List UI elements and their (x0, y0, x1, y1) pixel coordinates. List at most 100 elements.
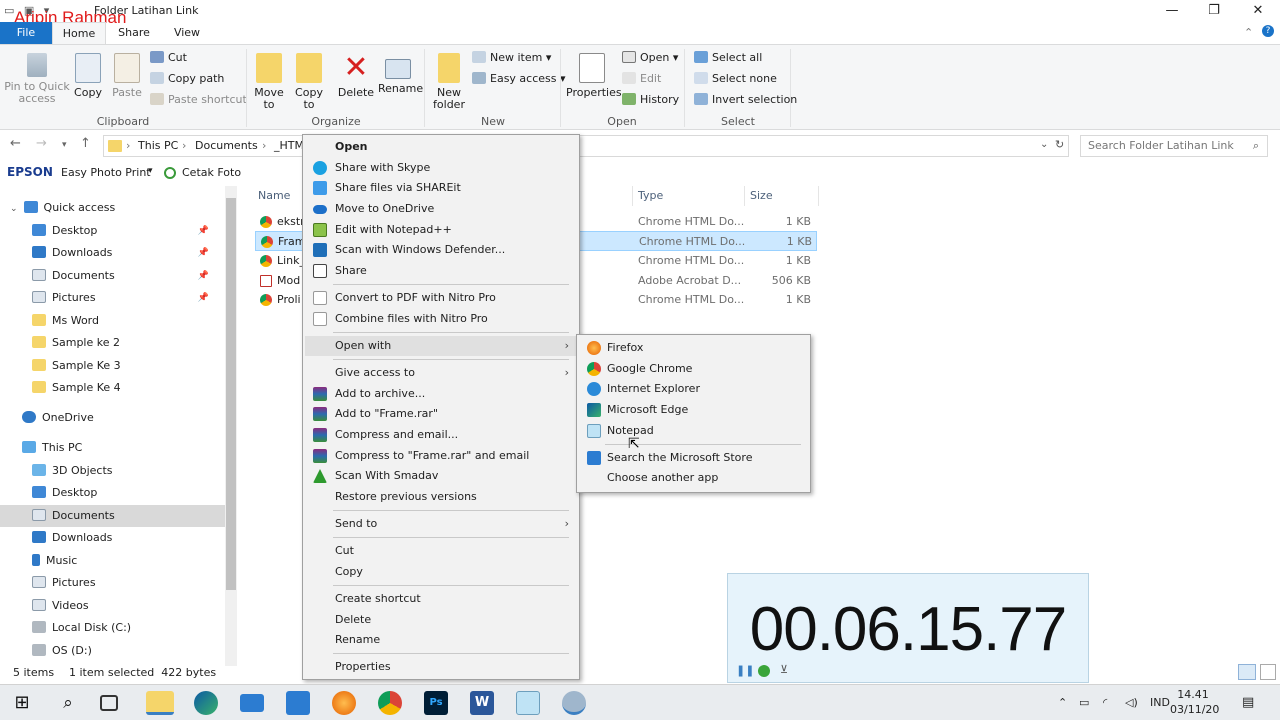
word-icon[interactable]: W (470, 691, 494, 715)
column-divider[interactable] (632, 186, 633, 206)
maximize-button[interactable]: ❐ (1192, 0, 1236, 22)
menu-item-compress-frame-email[interactable]: Compress to "Frame.rar" and email (305, 446, 577, 466)
collapse-ribbon-icon[interactable]: ⌃ (1244, 26, 1253, 39)
properties-button[interactable]: Properties (566, 53, 622, 99)
menu-item-open-with[interactable]: Open with › (305, 336, 577, 356)
sidebar-item-pictures[interactable]: Pictures 📌 (0, 287, 225, 309)
submenu-item-chrome[interactable]: Google Chrome (579, 359, 808, 379)
submenu-item-choose-app[interactable]: Choose another app (579, 468, 808, 488)
play-icon[interactable] (758, 665, 770, 677)
sidebar-item-downloads[interactable]: Downloads 📌 (0, 242, 225, 264)
breadcrumb-htm[interactable]: _HTM (274, 139, 304, 152)
up-arrow-icon[interactable]: ↑ (80, 136, 91, 151)
cut-button[interactable]: Cut (150, 51, 187, 65)
rename-button[interactable]: Rename (378, 53, 423, 95)
submenu-item-firefox[interactable]: Firefox (579, 338, 808, 358)
sidebar-item-this-pc[interactable]: This PC (0, 437, 225, 459)
sidebar-item-os-d[interactable]: OS (D:) (0, 640, 225, 662)
show-hidden-icons-icon[interactable]: ⌃ (1058, 685, 1067, 721)
submenu-item-internet-explorer[interactable]: Internet Explorer (579, 379, 808, 399)
menu-item-cut[interactable]: Cut (305, 541, 577, 561)
notifications-icon[interactable]: ▤ (1242, 685, 1254, 721)
menu-item-properties[interactable]: Properties (305, 657, 577, 677)
submenu-item-edge[interactable]: Microsoft Edge (579, 400, 808, 420)
sidebar-item-sample-4[interactable]: Sample Ke 4 (0, 377, 225, 399)
sidebar-item-pc-documents[interactable]: Documents (0, 505, 225, 527)
help-icon[interactable]: ? (1262, 25, 1274, 37)
refresh-icon[interactable]: ↻ (1055, 138, 1064, 151)
new-item-button[interactable]: New item ▾ (472, 51, 551, 65)
sidebar-item-sample-2[interactable]: Sample ke 2 (0, 332, 225, 354)
windows-start-icon[interactable]: ⊞ (10, 691, 34, 715)
stopwatch-app-icon[interactable] (562, 691, 586, 715)
menu-item-convert-pdf[interactable]: Convert to PDF with Nitro Pro (305, 288, 577, 308)
sidebar-item-pc-desktop[interactable]: Desktop (0, 482, 225, 504)
sidebar-item-videos[interactable]: Videos (0, 595, 225, 617)
task-view-icon[interactable] (100, 695, 118, 711)
sidebar-item-pc-pictures[interactable]: Pictures (0, 572, 225, 594)
submenu-item-microsoft-store[interactable]: Search the Microsoft Store (579, 448, 808, 468)
menu-item-compress-email[interactable]: Compress and email... (305, 425, 577, 445)
edit-button[interactable]: Edit (622, 72, 661, 86)
sidebar-scroll-thumb[interactable] (226, 198, 236, 590)
sidebar-item-documents[interactable]: Documents 📌 (0, 265, 225, 287)
menu-item-notepad-plus[interactable]: Edit with Notepad++ (305, 220, 577, 240)
copy-to-button[interactable]: Copy to (292, 53, 326, 111)
menu-item-add-archive[interactable]: Add to archive... (305, 384, 577, 404)
menu-item-copy[interactable]: Copy (305, 562, 577, 582)
history-button[interactable]: History (622, 93, 679, 107)
back-arrow-icon[interactable]: ← (10, 136, 21, 151)
menu-item-smadav[interactable]: Scan With Smadav (305, 466, 577, 486)
mail-icon[interactable] (240, 694, 264, 712)
sidebar-item-music[interactable]: Music (0, 550, 225, 572)
language-indicator[interactable]: IND (1150, 685, 1170, 721)
menu-item-share-skype[interactable]: Share with Skype (305, 158, 577, 178)
minimize-button[interactable]: — (1150, 0, 1194, 22)
sidebar-item-ms-word[interactable]: Ms Word (0, 310, 225, 332)
cetak-foto-button[interactable]: Cetak Foto (182, 166, 241, 179)
menu-item-move-onedrive[interactable]: Move to OneDrive (305, 199, 577, 219)
menu-item-add-frame-rar[interactable]: Add to "Frame.rar" (305, 404, 577, 424)
menu-item-shareit[interactable]: Share files via SHAREit (305, 178, 577, 198)
edge-icon[interactable] (194, 691, 218, 715)
file-explorer-icon[interactable] (146, 691, 174, 715)
delete-button[interactable]: ✕ Delete (336, 53, 376, 99)
paste-button[interactable]: Paste (110, 53, 144, 99)
menu-item-combine-nitro[interactable]: Combine files with Nitro Pro (305, 309, 577, 329)
trophy-icon[interactable]: ⊻ (780, 663, 788, 676)
select-none-button[interactable]: Select none (694, 72, 777, 86)
notepad-icon[interactable] (516, 691, 540, 715)
easy-access-button[interactable]: Easy access ▾ (472, 72, 566, 86)
chevron-down-icon[interactable]: ▾ (148, 166, 153, 176)
menu-item-rename[interactable]: Rename (305, 630, 577, 650)
tab-view[interactable]: View (162, 22, 212, 44)
copy-button[interactable]: Copy (72, 53, 104, 99)
sidebar-item-pc-downloads[interactable]: Downloads (0, 527, 225, 549)
search-box[interactable]: Search Folder Latihan Link ⌕ (1080, 135, 1268, 157)
menu-item-send-to[interactable]: Send to › (305, 514, 577, 534)
volume-icon[interactable]: ◁) (1125, 685, 1138, 721)
chrome-icon[interactable] (378, 691, 402, 715)
tab-file[interactable]: File (0, 22, 52, 44)
search-icon[interactable]: ⌕ (56, 691, 80, 715)
breadcrumb-this-pc[interactable]: This PC (138, 139, 178, 152)
sidebar-item-quick-access[interactable]: ⌄ Quick access (10, 197, 225, 219)
tab-home[interactable]: Home (52, 22, 106, 44)
wifi-icon[interactable]: ◜ (1103, 685, 1107, 721)
column-header-name[interactable]: Name (258, 186, 290, 206)
large-icons-view-icon[interactable] (1260, 664, 1276, 680)
new-folder-button[interactable]: New folder (430, 53, 468, 111)
paste-shortcut-button[interactable]: Paste shortcut (150, 93, 247, 107)
system-clock[interactable]: 14.41 03/11/20 (1170, 687, 1219, 717)
sidebar-item-local-disk-c[interactable]: Local Disk (C:) (0, 617, 225, 639)
sidebar-item-desktop[interactable]: Desktop 📌 (0, 220, 225, 242)
submenu-item-notepad[interactable]: Notepad (579, 421, 808, 441)
column-divider[interactable] (744, 186, 745, 206)
details-view-icon[interactable] (1238, 664, 1256, 680)
menu-item-defender[interactable]: Scan with Windows Defender... (305, 240, 577, 260)
pin-quick-access-button[interactable]: Pin to Quick access (4, 53, 70, 105)
menu-item-give-access[interactable]: Give access to › (305, 363, 577, 383)
column-divider[interactable] (818, 186, 819, 206)
select-all-button[interactable]: Select all (694, 51, 762, 65)
tab-share[interactable]: Share (108, 22, 160, 44)
